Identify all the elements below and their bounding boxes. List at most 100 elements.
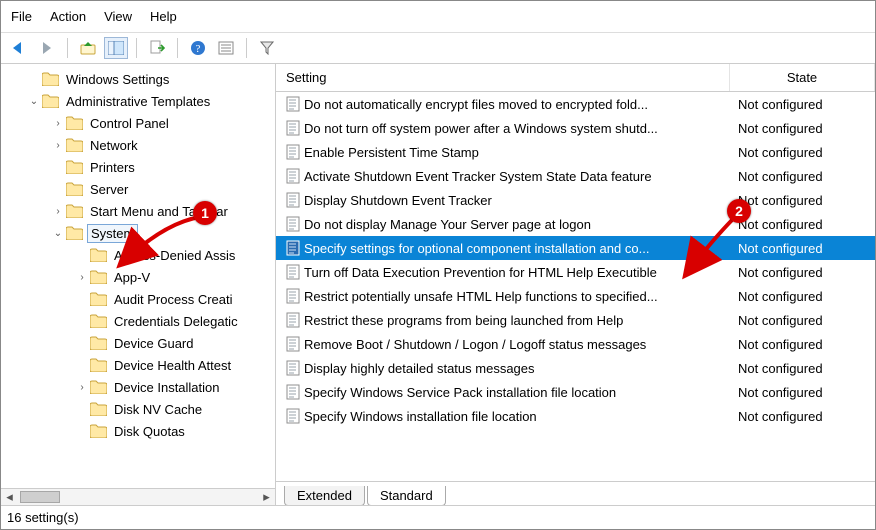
tree-item[interactable]: ·Device Guard: [7, 332, 275, 354]
tree-item[interactable]: ·Printers: [7, 156, 275, 178]
up-tree-button[interactable]: [76, 37, 100, 59]
scroll-thumb[interactable]: [20, 491, 60, 503]
toolbar: ?: [1, 33, 875, 64]
scroll-right-arrow-icon[interactable]: ▸: [258, 489, 275, 505]
up-folder-icon: [80, 40, 96, 56]
scroll-left-arrow-icon[interactable]: ◂: [1, 489, 18, 505]
tree-item[interactable]: ⌄System: [7, 222, 275, 244]
tree-item[interactable]: ·Access-Denied Assis: [7, 244, 275, 266]
folder-icon: [89, 291, 107, 307]
expand-icon[interactable]: ›: [51, 206, 65, 217]
expand-icon: ·: [27, 74, 41, 85]
show-pane-icon: [108, 41, 124, 55]
tree-item[interactable]: ·Disk Quotas: [7, 420, 275, 442]
setting-row[interactable]: Specify settings for optional component …: [276, 236, 875, 260]
expand-icon: ·: [75, 250, 89, 261]
setting-name: Turn off Data Execution Prevention for H…: [304, 265, 730, 280]
folder-icon: [89, 357, 107, 373]
tree-item[interactable]: ·Device Health Attest: [7, 354, 275, 376]
setting-name: Restrict these programs from being launc…: [304, 313, 730, 328]
body: ·Windows Settings⌄Administrative Templat…: [1, 64, 875, 505]
setting-row[interactable]: Enable Persistent Time StampNot configur…: [276, 140, 875, 164]
tree-item-label: App-V: [111, 269, 153, 286]
setting-row[interactable]: Do not turn off system power after a Win…: [276, 116, 875, 140]
filter-button[interactable]: [255, 37, 279, 59]
tree-item[interactable]: ·Server: [7, 178, 275, 200]
tree-item[interactable]: ›Start Menu and Taskbar: [7, 200, 275, 222]
help-button[interactable]: ?: [186, 37, 210, 59]
menu-help[interactable]: Help: [150, 9, 177, 24]
setting-row[interactable]: Specify Windows installation file locati…: [276, 404, 875, 428]
setting-state: Not configured: [730, 361, 875, 376]
setting-row[interactable]: Display Shutdown Event TrackerNot config…: [276, 188, 875, 212]
properties-button[interactable]: [214, 37, 238, 59]
tree-item[interactable]: ·Disk NV Cache: [7, 398, 275, 420]
tree-item[interactable]: ›Control Panel: [7, 112, 275, 134]
tree-item-label: Credentials Delegatic: [111, 313, 241, 330]
toolbar-separator: [177, 38, 178, 58]
back-button[interactable]: [7, 37, 31, 59]
policy-icon: [284, 120, 304, 136]
expand-icon[interactable]: ›: [51, 140, 65, 151]
collapse-icon[interactable]: ⌄: [51, 228, 65, 239]
forward-button[interactable]: [35, 37, 59, 59]
folder-icon: [89, 401, 107, 417]
setting-state: Not configured: [730, 193, 875, 208]
tree-item[interactable]: › App-V: [7, 266, 275, 288]
expand-icon: ·: [75, 360, 89, 371]
setting-state: Not configured: [730, 289, 875, 304]
expand-icon[interactable]: ›: [51, 118, 65, 129]
callout-2: 2: [727, 199, 751, 223]
setting-row[interactable]: Restrict these programs from being launc…: [276, 308, 875, 332]
show-hide-tree-button[interactable]: [104, 37, 128, 59]
folder-icon: [89, 379, 107, 395]
setting-row[interactable]: Do not display Manage Your Server page a…: [276, 212, 875, 236]
tree-scroll[interactable]: ·Windows Settings⌄Administrative Templat…: [1, 64, 275, 488]
tab-standard[interactable]: Standard: [367, 486, 446, 505]
expand-icon[interactable]: ›: [75, 272, 89, 283]
setting-name: Activate Shutdown Event Tracker System S…: [304, 169, 730, 184]
expand-icon: ·: [75, 316, 89, 327]
collapse-icon[interactable]: ⌄: [27, 96, 41, 107]
setting-row[interactable]: Specify Windows Service Pack installatio…: [276, 380, 875, 404]
policy-icon: [284, 192, 304, 208]
filter-icon: [260, 41, 274, 55]
setting-row[interactable]: Restrict potentially unsafe HTML Help fu…: [276, 284, 875, 308]
menu-file[interactable]: File: [11, 9, 32, 24]
tree-horizontal-scrollbar[interactable]: ◂ ▸: [1, 488, 275, 505]
tab-extended[interactable]: Extended: [284, 486, 365, 505]
folder-icon: [65, 159, 83, 175]
expand-icon: ·: [51, 162, 65, 173]
setting-row[interactable]: Remove Boot / Shutdown / Logon / Logoff …: [276, 332, 875, 356]
tree-item[interactable]: ⌄Administrative Templates: [7, 90, 275, 112]
list-body[interactable]: Do not automatically encrypt files moved…: [276, 92, 875, 481]
tree-item[interactable]: · Credentials Delegatic: [7, 310, 275, 332]
tree-item-label: Disk Quotas: [111, 423, 188, 440]
toolbar-separator: [246, 38, 247, 58]
setting-name: Display highly detailed status messages: [304, 361, 730, 376]
setting-row[interactable]: Do not automatically encrypt files moved…: [276, 92, 875, 116]
setting-row[interactable]: Turn off Data Execution Prevention for H…: [276, 260, 875, 284]
folder-icon: [41, 71, 59, 87]
setting-state: Not configured: [730, 121, 875, 136]
back-arrow-icon: [11, 41, 27, 55]
policy-icon: [284, 312, 304, 328]
tree-item[interactable]: ·Windows Settings: [7, 68, 275, 90]
toolbar-separator: [136, 38, 137, 58]
setting-row[interactable]: Display highly detailed status messagesN…: [276, 356, 875, 380]
column-header-setting[interactable]: Setting: [276, 64, 730, 91]
tree-item[interactable]: ·Audit Process Creati: [7, 288, 275, 310]
column-header-state[interactable]: State: [730, 64, 875, 91]
menu-view[interactable]: View: [104, 9, 132, 24]
toolbar-separator: [67, 38, 68, 58]
export-list-button[interactable]: [145, 37, 169, 59]
setting-name: Restrict potentially unsafe HTML Help fu…: [304, 289, 730, 304]
list-pane: Setting State Do not automatically encry…: [276, 64, 875, 505]
tree-item[interactable]: › Device Installation: [7, 376, 275, 398]
callout-1: 1: [193, 201, 217, 225]
menu-action[interactable]: Action: [50, 9, 86, 24]
expand-icon[interactable]: ›: [75, 382, 89, 393]
tree-item-label: Device Installation: [111, 379, 223, 396]
setting-row[interactable]: Activate Shutdown Event Tracker System S…: [276, 164, 875, 188]
tree-item[interactable]: ›Network: [7, 134, 275, 156]
